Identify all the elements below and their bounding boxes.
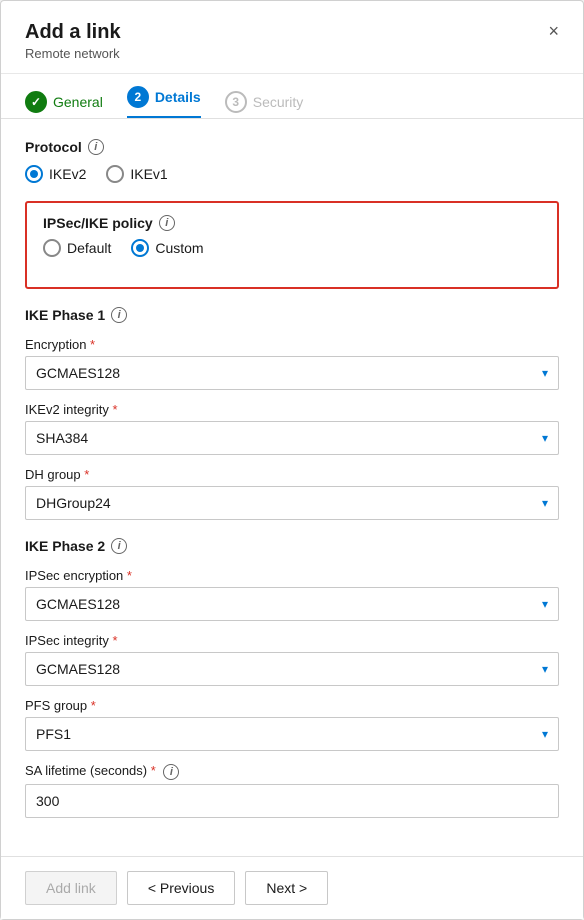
close-button[interactable]: ×	[540, 17, 567, 46]
add-link-dialog: Add a link Remote network × ✓ General 2 …	[0, 0, 584, 920]
phase2-ipsec-integrity-arrow: ▾	[542, 662, 548, 676]
phase1-encryption-arrow: ▾	[542, 366, 548, 380]
phase2-pfs-dropdown[interactable]: PFS1 ▾	[25, 717, 559, 751]
step-general-label: General	[53, 94, 103, 110]
protocol-ikev1-radio[interactable]	[106, 165, 124, 183]
phase2-ipsec-integrity-label: IPSec integrity *	[25, 633, 559, 648]
phase2-ipsec-encryption-arrow: ▾	[542, 597, 548, 611]
policy-custom-radio[interactable]	[131, 239, 149, 257]
protocol-ikev2-option[interactable]: IKEv2	[25, 165, 86, 183]
step-details-label: Details	[155, 89, 201, 105]
phase2-ipsec-encryption-label: IPSec encryption *	[25, 568, 559, 583]
phase1-dh-field: DH group * DHGroup24 ▾	[25, 467, 559, 520]
step-details[interactable]: 2 Details	[127, 86, 201, 118]
phase1-integrity-label: IKEv2 integrity *	[25, 402, 559, 417]
phase1-dh-label: DH group *	[25, 467, 559, 482]
phase1-encryption-label: Encryption *	[25, 337, 559, 352]
protocol-ikev1-option[interactable]: IKEv1	[106, 165, 167, 183]
wizard-steps: ✓ General 2 Details 3 Security	[1, 74, 583, 119]
previous-button[interactable]: < Previous	[127, 871, 236, 905]
phase2-sa-lifetime-input[interactable]	[25, 784, 559, 818]
phase1-integrity-field: IKEv2 integrity * SHA384 ▾	[25, 402, 559, 455]
dialog-title: Add a link	[25, 21, 559, 44]
policy-default-label: Default	[67, 240, 111, 256]
phase1-dh-arrow: ▾	[542, 496, 548, 510]
ike-phase1-title: IKE Phase 1 i	[25, 307, 559, 323]
protocol-radio-group: IKEv2 IKEv1	[25, 165, 559, 183]
protocol-info-icon[interactable]: i	[88, 139, 104, 155]
phase1-integrity-dropdown[interactable]: SHA384 ▾	[25, 421, 559, 455]
phase2-ipsec-integrity-dropdown[interactable]: GCMAES128 ▾	[25, 652, 559, 686]
phase2-sa-lifetime-label: SA lifetime (seconds) * i	[25, 763, 559, 780]
ipsec-policy-box: IPSec/IKE policy i Default Custom	[25, 201, 559, 289]
dialog-content: Protocol i IKEv2 IKEv1 IPSec/IKE policy …	[1, 119, 583, 856]
protocol-section-label: Protocol i	[25, 139, 559, 155]
phase2-sa-lifetime-field: SA lifetime (seconds) * i	[25, 763, 559, 818]
protocol-ikev2-label: IKEv2	[49, 166, 86, 182]
protocol-ikev2-radio[interactable]	[25, 165, 43, 183]
ike-phase2-section: IKE Phase 2 i IPSec encryption * GCMAES1…	[25, 538, 559, 818]
ike-phase2-title: IKE Phase 2 i	[25, 538, 559, 554]
step-security[interactable]: 3 Security	[225, 86, 304, 118]
policy-default-radio[interactable]	[43, 239, 61, 257]
sa-lifetime-info-icon[interactable]: i	[163, 764, 179, 780]
policy-custom-option[interactable]: Custom	[131, 239, 203, 257]
dialog-footer: Add link < Previous Next >	[1, 856, 583, 919]
ipsec-policy-info-icon[interactable]: i	[159, 215, 175, 231]
step-security-label: Security	[253, 94, 304, 110]
dialog-header: Add a link Remote network ×	[1, 1, 583, 74]
phase1-encryption-dropdown[interactable]: GCMAES128 ▾	[25, 356, 559, 390]
step-details-circle: 2	[127, 86, 149, 108]
dialog-subtitle: Remote network	[25, 46, 559, 61]
ipsec-policy-radio-group: Default Custom	[43, 239, 541, 257]
add-link-button[interactable]: Add link	[25, 871, 117, 905]
phase1-encryption-field: Encryption * GCMAES128 ▾	[25, 337, 559, 390]
phase2-ipsec-encryption-field: IPSec encryption * GCMAES128 ▾	[25, 568, 559, 621]
protocol-ikev1-label: IKEv1	[130, 166, 167, 182]
ike-phase1-section: IKE Phase 1 i Encryption * GCMAES128 ▾ I…	[25, 307, 559, 520]
step-general-circle: ✓	[25, 91, 47, 113]
ipsec-policy-label: IPSec/IKE policy i	[43, 215, 541, 231]
phase2-pfs-label: PFS group *	[25, 698, 559, 713]
next-button[interactable]: Next >	[245, 871, 328, 905]
phase1-dh-dropdown[interactable]: DHGroup24 ▾	[25, 486, 559, 520]
phase2-pfs-arrow: ▾	[542, 727, 548, 741]
ike-phase1-info-icon[interactable]: i	[111, 307, 127, 323]
phase2-ipsec-integrity-field: IPSec integrity * GCMAES128 ▾	[25, 633, 559, 686]
phase2-ipsec-encryption-dropdown[interactable]: GCMAES128 ▾	[25, 587, 559, 621]
policy-custom-label: Custom	[155, 240, 203, 256]
step-general[interactable]: ✓ General	[25, 86, 103, 118]
step-security-circle: 3	[225, 91, 247, 113]
phase1-integrity-arrow: ▾	[542, 431, 548, 445]
policy-default-option[interactable]: Default	[43, 239, 111, 257]
phase2-pfs-field: PFS group * PFS1 ▾	[25, 698, 559, 751]
ike-phase2-info-icon[interactable]: i	[111, 538, 127, 554]
